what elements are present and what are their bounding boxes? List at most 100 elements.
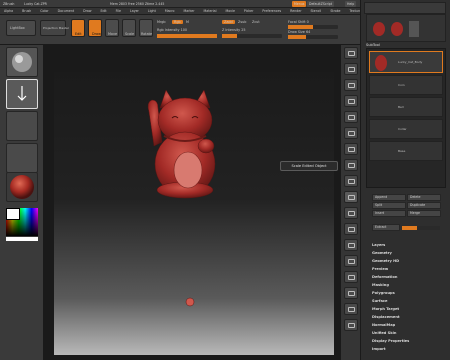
canvas-viewport[interactable] [54, 72, 334, 355]
subtool-item[interactable]: Base [369, 141, 443, 161]
rotate-button[interactable]: Rotate [139, 19, 153, 37]
menu-item-draw[interactable]: Draw [83, 9, 91, 13]
z-intensity-slider[interactable] [222, 34, 282, 38]
draw-button[interactable]: Draw [88, 19, 102, 37]
merge-button[interactable]: Merge [407, 210, 441, 217]
subtool-item[interactable]: Bell [369, 97, 443, 117]
secondary-color-bar[interactable] [6, 237, 38, 241]
section-polygroups[interactable]: Polygroups [372, 291, 446, 295]
tooltip: Scale Edited Object [280, 161, 338, 171]
default-zscript-button[interactable]: DefaultZScript [307, 1, 335, 7]
menu-item-edit[interactable]: Edit [100, 9, 106, 13]
menu-item-brush[interactable]: Brush [22, 9, 31, 13]
solo-icon[interactable] [344, 303, 358, 315]
menu-item-document[interactable]: Document [58, 9, 75, 13]
lsym-icon[interactable] [344, 175, 358, 187]
move-view-icon[interactable] [344, 207, 358, 219]
menu-item-marker[interactable]: Marker [184, 9, 195, 13]
brush-thumbnail[interactable] [6, 47, 38, 77]
menu-item-movie[interactable]: Movie [225, 9, 234, 13]
main-color-swatch[interactable] [6, 208, 20, 220]
section-masking[interactable]: Masking [372, 283, 446, 287]
help-button[interactable]: Help [345, 1, 357, 7]
lucky-cat-model[interactable] [54, 72, 334, 355]
split-button[interactable]: Split [372, 202, 406, 209]
focal-shift-slider[interactable] [288, 25, 338, 29]
m-toggle[interactable]: M [186, 20, 189, 24]
extract-button[interactable]: Extract [372, 224, 400, 231]
section-preview[interactable]: Preview [372, 267, 446, 271]
persp-icon[interactable] [344, 127, 358, 139]
scale-view-icon[interactable] [344, 223, 358, 235]
section-morph-target[interactable]: Morph Target [372, 307, 446, 311]
section-display-properties[interactable]: Display Properties [372, 339, 446, 343]
projection-master-button[interactable]: Projection Master [40, 20, 69, 36]
lightbox-button[interactable]: LightBox [6, 20, 36, 36]
draw-size-slider[interactable] [288, 35, 338, 39]
stroke-thumbnail[interactable] [6, 79, 38, 109]
rgb-toggle[interactable]: Rgb [172, 20, 183, 24]
floor-icon[interactable] [344, 143, 358, 155]
menu-item-stencil[interactable]: Stencil [311, 9, 322, 13]
append-button[interactable]: Append [372, 194, 406, 201]
delete-button[interactable]: Delete [407, 194, 441, 201]
section-geometry-hd[interactable]: Geometry HD [372, 259, 446, 263]
section-surface[interactable]: Surface [372, 299, 446, 303]
menu-item-macro[interactable]: Macro [165, 9, 175, 13]
section-import[interactable]: Import [372, 347, 446, 351]
tool-thumbnails-icons [373, 21, 419, 37]
menu-item-layer[interactable]: Layer [130, 9, 139, 13]
menu-item-alpha[interactable]: Alpha [4, 9, 13, 13]
insert-button[interactable]: Insert [372, 210, 406, 217]
menu-item-color[interactable]: Color [40, 9, 48, 13]
tool-thumbnails[interactable] [366, 14, 446, 42]
subtool-header[interactable]: SubTool [366, 43, 380, 47]
rotate-view-icon[interactable] [344, 239, 358, 251]
section-normalmap[interactable]: NormalMap [372, 323, 446, 327]
alpha-thumbnail[interactable] [6, 111, 38, 141]
ghost-icon[interactable] [344, 287, 358, 299]
section-layers[interactable]: Layers [372, 243, 446, 247]
extract-thickness-slider[interactable] [402, 226, 440, 230]
scroll-icon[interactable] [344, 63, 358, 75]
section-geometry[interactable]: Geometry [372, 251, 446, 255]
polyf-icon[interactable] [344, 255, 358, 267]
zoom-icon[interactable] [344, 79, 358, 91]
actual-icon[interactable] [344, 95, 358, 107]
transp-icon[interactable] [344, 271, 358, 283]
material-thumbnail[interactable] [6, 172, 38, 202]
bpr-icon[interactable] [344, 47, 358, 59]
move-button[interactable]: Move [105, 19, 119, 37]
brush-sphere-icon [12, 52, 32, 72]
zadd-toggle[interactable]: Zadd [222, 20, 235, 24]
local-icon[interactable] [344, 159, 358, 171]
section-deformation[interactable]: Deformation [372, 275, 446, 279]
rgb-intensity-slider[interactable] [157, 34, 217, 38]
menu-item-render[interactable]: Render [290, 9, 301, 13]
focal-shift-label: Focal Shift 0 [288, 20, 309, 24]
menu-item-file[interactable]: File [116, 9, 121, 13]
aahalf-icon[interactable] [344, 111, 358, 123]
edit-button[interactable]: Edit [71, 19, 85, 37]
subtool-item[interactable]: Lucky_Cat_Body [369, 51, 443, 73]
xpose-icon[interactable] [344, 319, 358, 331]
menu-item-picker[interactable]: Picker [244, 9, 254, 13]
subtool-item[interactable]: Collar [369, 119, 443, 139]
menu-item-stroke[interactable]: Stroke [330, 9, 340, 13]
zcut-toggle[interactable]: Zcut [252, 20, 260, 24]
menu-item-preferences[interactable]: Preferences [262, 9, 281, 13]
menu-bar: Alpha Brush Color Document Draw Edit Fil… [0, 8, 442, 15]
menu-item-light[interactable]: Light [148, 9, 156, 13]
menus-button[interactable]: Menus [292, 1, 307, 7]
mrgb-toggle[interactable]: Mrgb [157, 20, 166, 24]
section-unified-skin[interactable]: Unified Skin [372, 331, 446, 335]
texture-thumbnail[interactable] [6, 143, 38, 173]
scale-button[interactable]: Scale [122, 19, 136, 37]
frame-icon[interactable] [344, 191, 358, 203]
duplicate-button[interactable]: Duplicate [407, 202, 441, 209]
color-picker[interactable] [6, 208, 38, 236]
subtool-item[interactable]: Coin [369, 75, 443, 95]
section-displacement[interactable]: Displacement [372, 315, 446, 319]
menu-item-material[interactable]: Material [204, 9, 217, 13]
zsub-toggle[interactable]: Zsub [238, 20, 246, 24]
